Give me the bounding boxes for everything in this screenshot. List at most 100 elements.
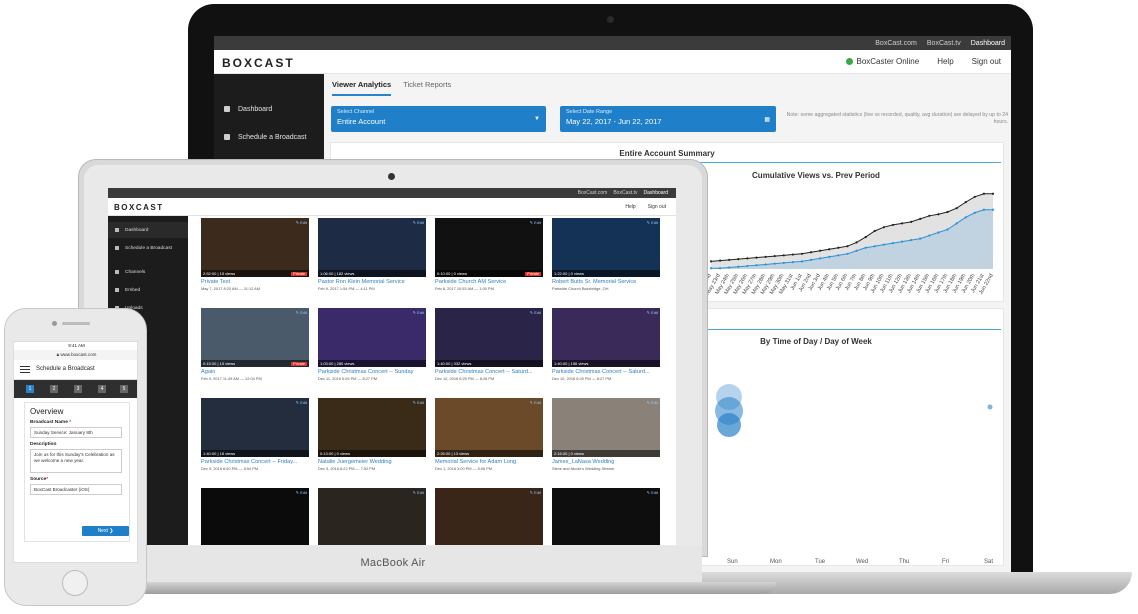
air-sidebar-channels[interactable]: Channels [108, 264, 188, 280]
edit-icon[interactable]: ✎ Edit [530, 400, 541, 405]
data-point [828, 248, 831, 251]
video-thumbnail[interactable]: ✎ Edit 0:13:00 | 0 views [318, 398, 426, 457]
video-card[interactable]: ✎ Edit 0:10:00 | 0 views Private Parkside C… [435, 218, 543, 291]
video-thumbnail[interactable]: ✎ Edit 2:52:00 | 15 views Private [201, 218, 309, 277]
channel-select[interactable]: Select Channel Entire Account ▼ [331, 106, 546, 132]
video-card[interactable]: ✎ Edit 2:52:00 | 15 views Private Private T… [201, 218, 309, 291]
pro-logo[interactable]: BOXCAST [222, 56, 295, 70]
video-card[interactable]: ✎ Edit 0:15:00 | 15 views Private Again Feb … [201, 308, 309, 381]
edit-icon[interactable]: ✎ Edit [647, 310, 658, 315]
video-card[interactable]: ✎ Edit [201, 488, 309, 545]
video-title[interactable]: Memorial Service for Adam Long [435, 459, 543, 465]
video-thumbnail[interactable]: ✎ Edit 1:06:00 | 182 views [318, 218, 426, 277]
video-thumbnail[interactable]: ✎ Edit 1:03:00 | 280 views [318, 308, 426, 367]
video-thumbnail[interactable]: ✎ Edit 2:26:00 | 13 views [435, 398, 543, 457]
data-point [982, 192, 986, 195]
video-title[interactable]: Parkside Christmas Concert -- Sunday [318, 369, 426, 375]
step-5[interactable]: 5 [120, 385, 128, 393]
edit-icon[interactable]: ✎ Edit [296, 310, 307, 315]
edit-icon[interactable]: ✎ Edit [296, 220, 307, 225]
video-thumbnail[interactable]: ✎ Edit 1:40:00 | 156 views [552, 308, 660, 367]
edit-icon[interactable]: ✎ Edit [413, 220, 424, 225]
edit-icon[interactable]: ✎ Edit [647, 490, 658, 495]
next-button[interactable]: Next ❯ [82, 526, 129, 536]
video-title[interactable]: James_LaNasa Wedding [552, 459, 660, 465]
day-label: Wed [856, 559, 869, 565]
air-logo[interactable]: BOXCAST [114, 203, 164, 212]
data-point [882, 243, 885, 246]
video-card[interactable]: ✎ Edit 1:03:00 | 280 views Parkside Christ… [318, 308, 426, 381]
pro-link-boxcast-com[interactable]: BoxCast.com [875, 40, 917, 47]
video-card[interactable]: ✎ Edit [552, 488, 660, 545]
edit-icon[interactable]: ✎ Edit [530, 310, 541, 315]
video-card[interactable]: ✎ Edit [435, 488, 543, 545]
video-thumbnail[interactable]: ✎ Edit 2:16:00 | 0 views [552, 398, 660, 457]
video-card[interactable]: ✎ Edit [318, 488, 426, 545]
data-point [819, 249, 822, 252]
edit-icon[interactable]: ✎ Edit [296, 400, 307, 405]
video-thumbnail[interactable]: ✎ Edit [435, 488, 543, 545]
video-title[interactable]: Again [201, 369, 309, 375]
edit-icon[interactable]: ✎ Edit [530, 490, 541, 495]
video-title[interactable]: Parkside Christmas Concert -- Saturd... [552, 369, 660, 375]
pro-sidebar-dashboard[interactable]: Dashboard [214, 98, 324, 120]
video-card[interactable]: ✎ Edit 1:40:00 | 156 views Parkside Christ… [552, 308, 660, 381]
air-help-link[interactable]: Help [625, 204, 635, 210]
video-thumbnail[interactable]: ✎ Edit 1:40:00 | 18 views [201, 398, 309, 457]
date-range-select[interactable]: Select Date Range May 22, 2017 - Jun 22,… [560, 106, 776, 132]
air-signout-link[interactable]: Sign out [648, 204, 666, 210]
video-card[interactable]: ✎ Edit 1:40:00 | 18 views Parkside Christm… [201, 398, 309, 471]
step-3[interactable]: 3 [74, 385, 82, 393]
video-card[interactable]: ✎ Edit 1:40:00 | 332 views Parkside Christ… [435, 308, 543, 381]
pro-signout-link[interactable]: Sign out [972, 57, 1001, 66]
video-card[interactable]: ✎ Edit 2:16:00 | 0 views James_LaNasa Wedd… [552, 398, 660, 471]
video-title[interactable]: Parkside Christmas Concert -- Friday... [201, 459, 309, 465]
broadcast-name-input[interactable]: Sunday Service: January 8th [30, 427, 122, 438]
video-title[interactable]: Private Test [201, 279, 309, 285]
video-title[interactable]: Natalie Juergemeier Wedding [318, 459, 426, 465]
video-thumbnail[interactable]: ✎ Edit [552, 488, 660, 545]
edit-icon[interactable]: ✎ Edit [647, 220, 658, 225]
video-meta: 1:22:00 | 0 views [552, 270, 660, 277]
source-select[interactable]: BoxCast Broadcaster (iOS) [30, 484, 122, 495]
edit-icon[interactable]: ✎ Edit [530, 220, 541, 225]
video-card[interactable]: ✎ Edit 2:26:00 | 13 views Memorial Service… [435, 398, 543, 471]
video-card[interactable]: ✎ Edit 1:22:00 | 0 views Robert Butts Sr. … [552, 218, 660, 291]
tab-viewer-analytics[interactable]: Viewer Analytics [332, 80, 392, 96]
edit-icon[interactable]: ✎ Edit [413, 400, 424, 405]
tab-ticket-reports[interactable]: Ticket Reports [403, 80, 451, 96]
video-title[interactable]: Pastor Ron Klein Memorial Service [318, 279, 426, 285]
pro-help-link[interactable]: Help [937, 57, 953, 66]
air-sidebar-dashboard[interactable]: Dashboard [108, 222, 188, 238]
step-4[interactable]: 4 [98, 385, 106, 393]
pro-link-boxcast-tv[interactable]: BoxCast.tv [927, 40, 961, 47]
pro-sidebar-schedule[interactable]: Schedule a Broadcast [214, 126, 324, 148]
air-link-boxcast-com[interactable]: BoxCast.com [578, 190, 608, 196]
edit-icon[interactable]: ✎ Edit [413, 310, 424, 315]
video-card[interactable]: ✎ Edit 1:06:00 | 182 views Pastor Ron Klei… [318, 218, 426, 291]
video-thumbnail[interactable]: ✎ Edit 1:22:00 | 0 views [552, 218, 660, 277]
video-thumbnail[interactable]: ✎ Edit 1:40:00 | 332 views [435, 308, 543, 367]
edit-icon[interactable]: ✎ Edit [647, 400, 658, 405]
air-link-boxcast-tv[interactable]: BoxCast.tv [613, 190, 637, 196]
video-title[interactable]: Parkside Christmas Concert -- Saturd... [435, 369, 543, 375]
edit-icon[interactable]: ✎ Edit [413, 490, 424, 495]
video-thumbnail[interactable]: ✎ Edit [318, 488, 426, 545]
video-card[interactable]: ✎ Edit 0:13:00 | 0 views Natalie Juergemei… [318, 398, 426, 471]
description-textarea[interactable]: Join us for this Sunday's Celebration as… [30, 449, 122, 473]
air-sidebar-schedule[interactable]: Schedule a Broadcast [108, 240, 188, 256]
video-thumbnail[interactable]: ✎ Edit [201, 488, 309, 545]
pro-link-dashboard[interactable]: Dashboard [971, 40, 1005, 47]
video-thumbnail[interactable]: ✎ Edit 0:15:00 | 15 views Private [201, 308, 309, 367]
air-sidebar-embed[interactable]: Embed [108, 282, 188, 298]
video-title[interactable]: Parkside Church AM Service [435, 279, 543, 285]
edit-icon[interactable]: ✎ Edit [296, 490, 307, 495]
video-thumbnail[interactable]: ✎ Edit 0:10:00 | 0 views Private [435, 218, 543, 277]
step-2[interactable]: 2 [50, 385, 58, 393]
air-link-dashboard[interactable]: Dashboard [644, 190, 668, 196]
step-1[interactable]: 1 [26, 385, 34, 393]
home-button[interactable] [62, 570, 88, 596]
video-title[interactable]: Robert Butts Sr. Memorial Service [552, 279, 660, 285]
phone-url-bar[interactable]: 🔒︎ www.boxcast.com [14, 350, 137, 360]
hamburger-menu-icon[interactable] [20, 366, 30, 373]
